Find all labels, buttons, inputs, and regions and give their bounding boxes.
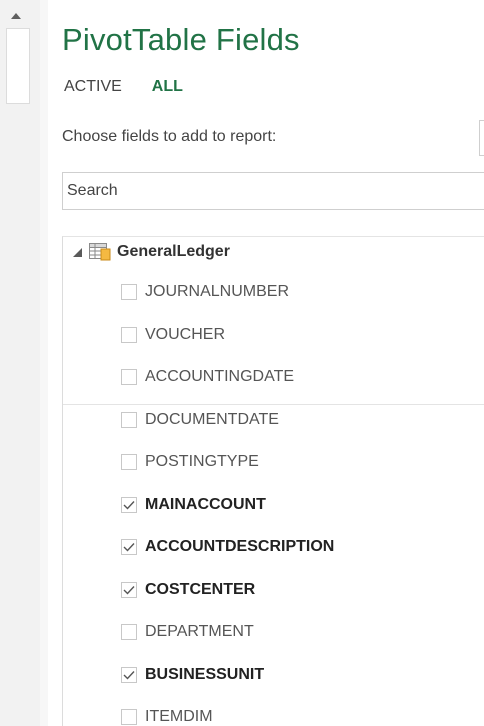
field-label: ACCOUNTINGDATE xyxy=(145,368,295,386)
field-checkbox[interactable] xyxy=(121,539,137,556)
field-checkbox[interactable] xyxy=(121,326,137,343)
field-checkbox[interactable] xyxy=(121,454,137,471)
field-item[interactable]: MAINACCOUNT xyxy=(121,484,334,527)
field-item[interactable]: JOURNALNUMBER xyxy=(121,271,334,314)
field-item[interactable]: ACCOUNTINGDATE xyxy=(121,356,334,399)
triangle-up-icon xyxy=(11,13,21,19)
checkmark-icon xyxy=(123,500,135,510)
field-checkbox[interactable] xyxy=(121,624,137,641)
field-list: GeneralLedger JOURNALNUMBER VOUCHER ACCOUN… xyxy=(62,236,484,726)
table-node-generalledger[interactable]: GeneralLedger xyxy=(71,243,230,261)
field-item[interactable]: ITEMDIM xyxy=(121,696,334,726)
checkmark-icon xyxy=(123,670,135,680)
pane-title: PivotTable Fields xyxy=(62,22,300,57)
field-label: BUSINESSUNIT xyxy=(145,665,265,683)
field-checkbox[interactable] xyxy=(121,496,137,513)
tab-active[interactable]: ACTIVE xyxy=(64,78,122,96)
field-item[interactable]: ACCOUNTDESCRIPTION xyxy=(121,526,334,569)
tools-dropdown-button[interactable] xyxy=(479,120,484,156)
tab-all[interactable]: ALL xyxy=(152,78,183,96)
field-checkbox[interactable] xyxy=(121,369,137,386)
scroll-up-button[interactable] xyxy=(4,6,28,26)
field-label: ITEMDIM xyxy=(145,708,213,726)
list-divider xyxy=(63,404,484,405)
field-checkbox[interactable] xyxy=(121,411,137,428)
triangle-expanded-icon[interactable] xyxy=(71,246,83,258)
field-label: MAINACCOUNT xyxy=(145,495,266,513)
field-item[interactable]: DEPARTMENT xyxy=(121,611,334,654)
field-label: DEPARTMENT xyxy=(145,623,254,641)
field-item[interactable]: COSTCENTER xyxy=(121,569,334,612)
checkmark-icon xyxy=(123,585,135,595)
field-label: DOCUMENTDATE xyxy=(145,410,279,428)
field-item[interactable]: VOUCHER xyxy=(121,314,334,357)
field-label: POSTINGTYPE xyxy=(145,453,259,471)
field-label: COSTCENTER xyxy=(145,580,256,598)
field-label: VOUCHER xyxy=(145,325,226,343)
table-icon xyxy=(89,243,111,261)
field-items: JOURNALNUMBER VOUCHER ACCOUNTINGDATE DOCUME… xyxy=(121,271,334,726)
field-label: ACCOUNTDESCRIPTION xyxy=(145,538,335,556)
search-input[interactable] xyxy=(62,172,484,210)
table-name: GeneralLedger xyxy=(117,243,230,260)
field-item[interactable]: POSTINGTYPE xyxy=(121,441,334,484)
choose-fields-label: Choose fields to add to report: xyxy=(62,128,277,145)
scroll-thumb[interactable] xyxy=(6,28,30,104)
checkmark-icon xyxy=(123,543,135,552)
field-checkbox[interactable] xyxy=(121,581,137,598)
field-item[interactable]: BUSINESSUNIT xyxy=(121,654,334,697)
field-checkbox[interactable] xyxy=(121,709,137,726)
vertical-scrollbar[interactable] xyxy=(0,0,41,726)
field-checkbox[interactable] xyxy=(121,284,137,301)
pane-border xyxy=(40,0,48,726)
field-list-panel: PivotTable Fields ACTIVE ALL Choose fiel… xyxy=(48,0,484,726)
field-view-tabs: ACTIVE ALL xyxy=(64,78,183,96)
field-checkbox[interactable] xyxy=(121,666,137,683)
field-label: JOURNALNUMBER xyxy=(145,283,290,301)
pivottable-fields-pane: PivotTable Fields ACTIVE ALL Choose fiel… xyxy=(0,0,484,726)
